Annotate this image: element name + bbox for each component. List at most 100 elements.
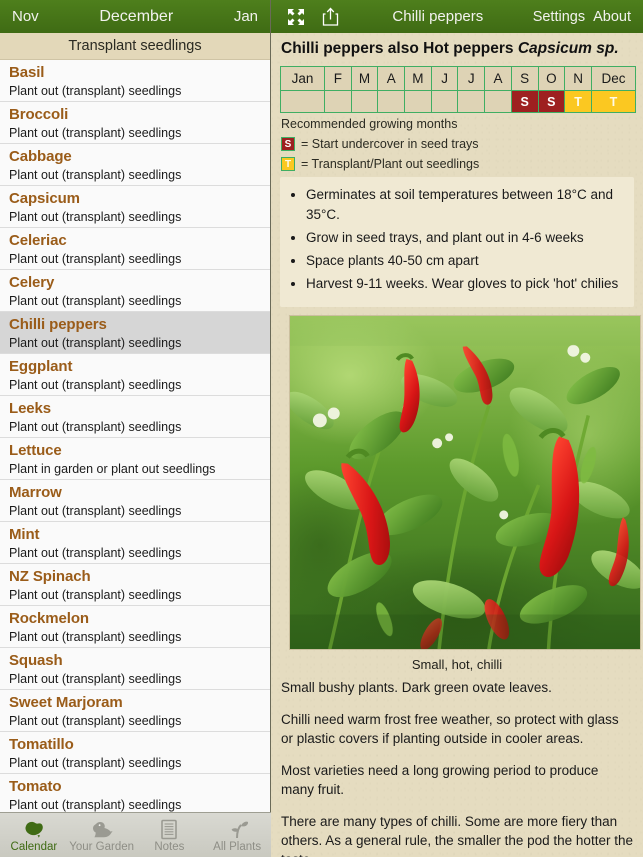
next-month-button[interactable]: Jan <box>234 8 258 25</box>
plant-item-action: Plant out (transplant) seedlings <box>9 294 182 308</box>
expand-arrows-icon[interactable] <box>279 0 313 33</box>
plant-item-action: Plant out (transplant) seedlings <box>9 546 182 560</box>
detail-content-scroll[interactable]: Chilli peppers also Hot peppers Capsicum… <box>271 33 643 857</box>
month-marker-cell: T <box>564 90 592 113</box>
plant-item-name: Leeks <box>9 400 52 417</box>
month-header-cell: J <box>457 66 486 91</box>
seedling-icon <box>225 818 249 840</box>
plant-list-item[interactable]: Cabbage Plant out (transplant) seedlings <box>0 144 270 186</box>
plant-list-item[interactable]: Marrow Plant out (transplant) seedlings <box>0 480 270 522</box>
tab-calendar[interactable]: Calendar <box>0 813 68 857</box>
plant-item-name: Broccoli <box>9 106 69 123</box>
plant-item-name: Chilli peppers <box>9 316 107 333</box>
plant-item-name: Sweet Marjoram <box>9 694 123 711</box>
plant-botanical-name: Capsicum sp. <box>517 40 619 57</box>
plant-list-item[interactable]: Broccoli Plant out (transplant) seedlings <box>0 102 270 144</box>
plant-list-item[interactable]: Sweet Marjoram Plant out (transplant) see… <box>0 690 270 732</box>
plant-common-name: Chilli peppers also Hot peppers <box>281 40 514 57</box>
month-header-cell: Jan <box>280 66 325 91</box>
plant-list-item[interactable]: Tomatillo Plant out (transplant) seedling… <box>0 732 270 774</box>
plant-list[interactable]: Basil Plant out (transplant) seedlings Bro… <box>0 60 270 857</box>
plant-list-item[interactable]: Rockmelon Plant out (transplant) seedling… <box>0 606 270 648</box>
month-marker-cell <box>280 90 325 113</box>
month-header-cell: A <box>484 66 512 91</box>
photo-caption: Small, hot, chilli <box>411 657 503 672</box>
tab-all-plants[interactable]: All Plants <box>203 813 271 857</box>
plant-list-item[interactable]: NZ Spinach Plant out (transplant) seedlin… <box>0 564 270 606</box>
tab-notes[interactable]: Notes <box>136 813 204 857</box>
plant-item-name: Capsicum <box>9 190 80 207</box>
plant-item-name: Lettuce <box>9 442 62 459</box>
description-paragraph: There are many types of chilli. Some are… <box>281 814 633 857</box>
growing-tip: Space plants 40-50 cm apart <box>306 251 622 271</box>
calendar-legend: S = Start undercover in seed trays T = Tran… <box>279 137 635 171</box>
growing-tip: Grow in seed trays, and plant out in 4-6… <box>306 228 622 248</box>
bird-icon <box>90 818 114 840</box>
tab-label: Calendar <box>10 841 58 853</box>
month-header-cell: Dec <box>591 66 636 91</box>
legend-description: = Start undercover in seed trays <box>301 137 479 151</box>
plant-list-item[interactable]: Eggplant Plant out (transplant) seedlings <box>0 354 270 396</box>
detail-panel: Chilli peppers Settings About Chilli pep… <box>271 0 643 857</box>
tab-label: Your Garden <box>69 841 135 853</box>
month-marker-cell <box>457 90 486 113</box>
bottom-tab-bar: Calendar Your Garden Notes All Plants <box>0 812 271 857</box>
plant-list-item[interactable]: Celery Plant out (transplant) seedlings <box>0 270 270 312</box>
month-header-cell: N <box>564 66 592 91</box>
plant-list-item[interactable]: Chilli peppers Plant out (transplant) see… <box>0 312 270 354</box>
plant-item-action: Plant out (transplant) seedlings <box>9 714 182 728</box>
chilli-plant-illustration <box>290 316 640 649</box>
month-marker-cell <box>430 90 459 113</box>
plant-list-item[interactable]: Leeks Plant out (transplant) seedlings <box>0 396 270 438</box>
page-title: Chilli peppers also Hot peppers Capsicum… <box>279 33 635 64</box>
plant-item-name: Eggplant <box>9 358 73 375</box>
plant-item-action: Plant out (transplant) seedlings <box>9 336 182 350</box>
legend-item: S = Start undercover in seed trays <box>281 137 635 151</box>
plant-item-action: Plant out (transplant) seedlings <box>9 588 182 602</box>
month-header-cell: M <box>404 66 432 91</box>
plant-item-action: Plant out (transplant) seedlings <box>9 84 182 98</box>
month-marker-cell: S <box>510 90 539 113</box>
growing-tip: Germinates at soil temperatures between … <box>306 185 622 225</box>
plant-list-item[interactable]: Squash Plant out (transplant) seedlings <box>0 648 270 690</box>
legend-badge-s: S <box>281 137 295 151</box>
chilli-plant-photo <box>289 315 641 650</box>
previous-month-button[interactable]: Nov <box>12 8 39 25</box>
australia-map-icon <box>23 818 45 840</box>
legend-description: = Transplant/Plant out seedlings <box>301 157 480 171</box>
plant-list-item[interactable]: Celeriac Plant out (transplant) seedlings <box>0 228 270 270</box>
tab-label: Notes <box>154 841 185 853</box>
settings-button[interactable]: Settings <box>529 9 589 25</box>
month-header-cell: M <box>350 66 379 91</box>
plant-list-item[interactable]: Basil Plant out (transplant) seedlings <box>0 60 270 102</box>
plant-list-item[interactable]: Mint Plant out (transplant) seedlings <box>0 522 270 564</box>
plant-list-item[interactable]: Capsicum Plant out (transplant) seedlings <box>0 186 270 228</box>
plant-list-item[interactable]: Lettuce Plant in garden or plant out seed… <box>0 438 270 480</box>
plant-item-action: Plant out (transplant) seedlings <box>9 420 182 434</box>
tab-label: All Plants <box>213 841 262 853</box>
share-box-icon[interactable] <box>313 0 347 33</box>
month-header-cell: A <box>377 66 406 91</box>
description-paragraph: Small bushy plants. Dark green ovate lea… <box>281 680 552 695</box>
plant-item-action: Plant out (transplant) seedlings <box>9 210 182 224</box>
tab-your-garden[interactable]: Your Garden <box>68 813 136 857</box>
month-marker-cell <box>324 90 352 113</box>
current-month-label: December <box>99 7 174 25</box>
plant-list-item[interactable]: Tomato Plant out (transplant) seedlings <box>0 774 270 816</box>
growing-tips-list: Germinates at soil temperatures between … <box>306 185 622 294</box>
calendar-panel: Nov December Jan Transplant seedlings Ba… <box>0 0 271 857</box>
months-header-row: Jan F M A M J J A S O N Dec <box>280 66 636 91</box>
about-button[interactable]: About <box>589 9 635 25</box>
plant-item-name: NZ Spinach <box>9 568 91 585</box>
plant-item-action: Plant out (transplant) seedlings <box>9 252 182 266</box>
plant-item-name: Celeriac <box>9 232 67 249</box>
plant-item-name: Celery <box>9 274 55 291</box>
month-header-cell: F <box>324 66 352 91</box>
month-marker-cell <box>484 90 512 113</box>
description-paragraph: Chilli need warm frost free weather, so … <box>281 712 619 746</box>
plant-item-action: Plant out (transplant) seedlings <box>9 798 182 812</box>
plant-item-name: Tomato <box>9 778 62 795</box>
month-navigation-bar: Nov December Jan <box>0 0 270 33</box>
plant-item-action: Plant out (transplant) seedlings <box>9 504 182 518</box>
app-root: Nov December Jan Transplant seedlings Ba… <box>0 0 643 857</box>
